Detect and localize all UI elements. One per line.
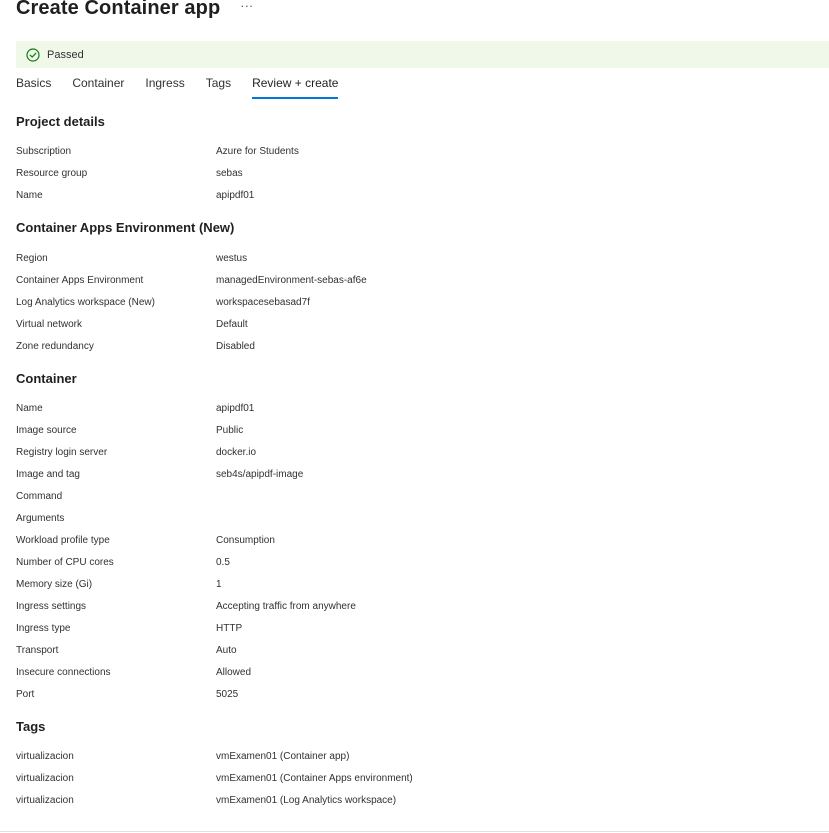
row-label: Transport: [16, 645, 59, 656]
row-label: virtualizacion: [16, 751, 74, 762]
detail-row: Command: [16, 489, 796, 505]
row-label: Zone redundancy: [16, 341, 94, 352]
title-row: Create Container app ···: [16, 0, 253, 22]
section-heading-project-details: Project details: [16, 114, 105, 129]
row-value: Azure for Students: [216, 146, 299, 157]
row-value: apipdf01: [216, 403, 255, 414]
tab-review-create[interactable]: Review + create: [252, 74, 339, 100]
row-value: Auto: [216, 645, 237, 656]
detail-row: Subscription Azure for Students: [16, 144, 796, 160]
row-value: Default: [216, 319, 248, 330]
row-label: Name: [16, 190, 43, 201]
detail-row: Ingress settings Accepting traffic from …: [16, 599, 796, 615]
row-label: Insecure connections: [16, 667, 111, 678]
detail-row: Log Analytics workspace (New) workspaces…: [16, 295, 796, 311]
detail-row: Workload profile type Consumption: [16, 533, 796, 549]
detail-row: Ingress type HTTP: [16, 621, 796, 637]
row-label: Name: [16, 403, 43, 414]
row-label: Subscription: [16, 146, 72, 157]
row-value: westus: [216, 253, 248, 264]
tab-tags[interactable]: Tags: [206, 74, 231, 100]
row-value: seb4s/apipdf-image: [216, 469, 304, 480]
wizard-tabs: Basics Container Ingress Tags Review + c…: [16, 74, 359, 100]
page-title: Create Container app: [16, 0, 221, 19]
detail-row: Transport Auto: [16, 643, 796, 659]
more-options-button[interactable]: ···: [240, 0, 253, 13]
row-label: Image source: [16, 425, 77, 436]
row-label: Registry login server: [16, 447, 108, 458]
detail-row: virtualizacion vmExamen01 (Log Analytics…: [16, 793, 796, 809]
row-value: docker.io: [216, 447, 257, 458]
check-circle-icon: [26, 47, 40, 62]
row-value: vmExamen01 (Log Analytics workspace): [216, 795, 397, 806]
row-label: Port: [16, 689, 35, 700]
detail-row: Virtual network Default: [16, 317, 796, 333]
section-heading-environment: Container Apps Environment (New): [16, 220, 235, 235]
section-heading-tags: Tags: [16, 719, 46, 734]
row-value: sebas: [216, 168, 243, 179]
row-value: HTTP: [216, 623, 243, 634]
tab-basics[interactable]: Basics: [16, 74, 51, 100]
row-label: Arguments: [16, 513, 65, 524]
detail-row: Region westus: [16, 251, 796, 267]
row-value: workspacesebasad7f: [216, 297, 310, 308]
row-label: Command: [16, 491, 63, 502]
row-label: Workload profile type: [16, 535, 110, 546]
detail-row: virtualizacion vmExamen01 (Container App…: [16, 771, 796, 787]
row-value: Public: [216, 425, 244, 436]
row-label: Number of CPU cores: [16, 557, 114, 568]
row-value: Allowed: [216, 667, 252, 678]
row-label: Container Apps Environment: [16, 275, 144, 286]
row-label: Log Analytics workspace (New): [16, 297, 155, 308]
row-label: Resource group: [16, 168, 88, 179]
row-label: Ingress settings: [16, 601, 87, 612]
detail-row: Name apipdf01: [16, 401, 796, 417]
row-label: Memory size (Gi): [16, 579, 93, 590]
validation-status-bar: Passed: [16, 41, 829, 68]
footer-divider: [0, 831, 829, 832]
detail-row: Zone redundancy Disabled: [16, 339, 796, 355]
row-value: 1: [216, 579, 222, 590]
row-label: virtualizacion: [16, 795, 74, 806]
detail-row: Port 5025: [16, 687, 796, 703]
detail-row: Memory size (Gi) 1: [16, 577, 796, 593]
detail-row: Number of CPU cores 0.5: [16, 555, 796, 571]
detail-row: Insecure connections Allowed: [16, 665, 796, 681]
row-value: Disabled: [216, 341, 255, 352]
row-label: Image and tag: [16, 469, 80, 480]
row-value: vmExamen01 (Container app): [216, 751, 350, 762]
status-text: Passed: [47, 48, 84, 61]
detail-row: virtualizacion vmExamen01 (Container app…: [16, 749, 796, 765]
detail-row: Arguments: [16, 511, 796, 527]
detail-row: Container Apps Environment managedEnviro…: [16, 273, 796, 289]
row-label: Virtual network: [16, 319, 82, 330]
row-value: managedEnvironment-sebas-af6e: [216, 275, 367, 286]
detail-row: Name apipdf01: [16, 188, 796, 204]
row-label: Region: [16, 253, 48, 264]
section-heading-container: Container: [16, 371, 77, 386]
row-value: apipdf01: [216, 190, 255, 201]
row-value: Accepting traffic from anywhere: [216, 601, 356, 612]
row-value: Consumption: [216, 535, 275, 546]
row-value: 0.5: [216, 557, 230, 568]
row-label: virtualizacion: [16, 773, 74, 784]
tab-container[interactable]: Container: [72, 74, 124, 100]
row-label: Ingress type: [16, 623, 71, 634]
detail-row: Resource group sebas: [16, 166, 796, 182]
detail-row: Image and tag seb4s/apipdf-image: [16, 467, 796, 483]
tab-ingress[interactable]: Ingress: [145, 74, 184, 100]
row-value: 5025: [216, 689, 239, 700]
detail-row: Registry login server docker.io: [16, 445, 796, 461]
row-value: vmExamen01 (Container Apps environment): [216, 773, 413, 784]
detail-row: Image source Public: [16, 423, 796, 439]
